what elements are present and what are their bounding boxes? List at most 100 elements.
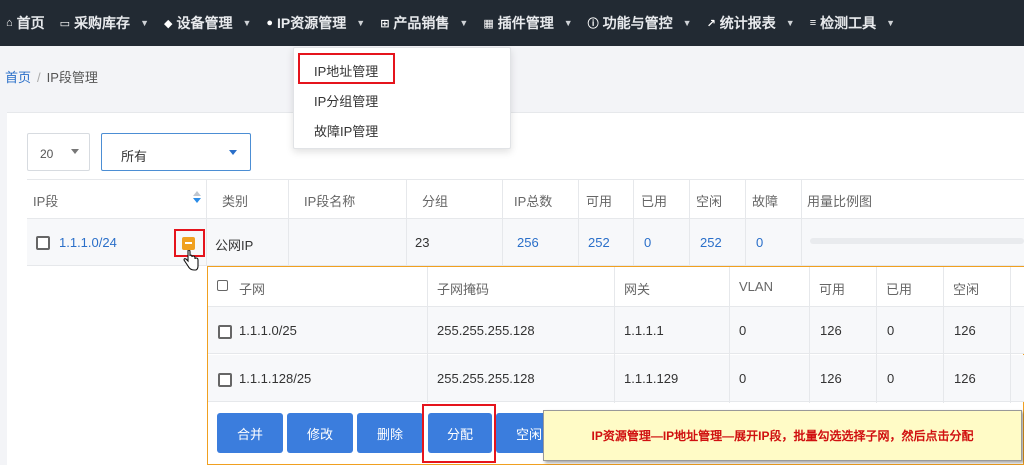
column-divider (729, 267, 730, 403)
caret-down-icon (229, 150, 237, 155)
fault-cell[interactable]: 0 (756, 235, 763, 250)
sort-icon[interactable] (193, 191, 201, 203)
subnet-checkbox[interactable] (218, 373, 232, 387)
col-fault: 故障 (752, 194, 779, 209)
nav-label: 首页 (16, 15, 45, 31)
usage-ratio-bar (810, 238, 1024, 244)
column-divider (809, 267, 810, 403)
highlight-box (422, 404, 496, 463)
free-cell: 126 (954, 323, 976, 338)
available-cell[interactable]: 252 (588, 235, 610, 250)
cube-icon: ◆ (163, 17, 173, 30)
col-gateway: 网关 (624, 282, 651, 297)
chevron-down-icon: ▼ (563, 18, 573, 28)
edit-button[interactable]: 修改 (287, 413, 353, 453)
nav-purchase-stock[interactable]: ▭ 采购库存 ▼ (54, 0, 158, 46)
subnet-link[interactable]: 1.1.1.0/25 (239, 323, 297, 338)
chevron-down-icon: ▼ (140, 18, 149, 28)
tutorial-annotation: IP资源管理—IP地址管理—展开IP段，批量勾选选择子网，然后点击分配 (543, 410, 1022, 461)
cart-icon: ⊞ (380, 17, 390, 30)
available-cell: 126 (820, 323, 842, 338)
gateway-cell: 1.1.1.1 (624, 323, 664, 338)
column-divider (689, 179, 690, 266)
column-divider (1010, 267, 1011, 403)
chevron-down-icon: ▼ (242, 18, 252, 28)
nav-label: 检测工具 (820, 15, 877, 31)
breadcrumb-separator: / (37, 70, 41, 85)
col-group: 分组 (422, 194, 449, 209)
col-free: 空闲 (953, 282, 980, 297)
total-cell[interactable]: 256 (517, 235, 539, 250)
menu-fault-ip-management[interactable]: 故障IP管理 (314, 121, 378, 140)
column-divider (502, 179, 503, 266)
breadcrumb-home[interactable]: 首页 (5, 70, 31, 85)
page-size-select[interactable]: 20 (27, 133, 90, 171)
menu-ip-group-management[interactable]: IP分组管理 (314, 91, 378, 110)
map-marker-icon: ● (266, 17, 274, 29)
delete-button[interactable]: 删除 (357, 413, 423, 453)
nav-device-management[interactable]: ◆ 设备管理 ▼ (158, 0, 260, 46)
subnet-row: 1.1.1.128/25 255.255.255.128 1.1.1.129 0… (208, 355, 1024, 402)
category-filter-select[interactable]: 所有 (101, 133, 251, 171)
column-divider (801, 179, 802, 266)
nav-statistics[interactable]: ↗ 统计报表 ▼ (701, 0, 804, 46)
column-divider (206, 179, 207, 266)
chevron-down-icon: ▼ (785, 18, 795, 28)
nav-detection-tools[interactable]: ≡ 检测工具 ▼ (804, 0, 904, 46)
category-cell: 公网IP (215, 238, 254, 253)
column-divider (943, 267, 944, 403)
subnet-link[interactable]: 1.1.1.128/25 (239, 371, 311, 386)
vlan-cell: 0 (739, 323, 747, 338)
col-ip-segment[interactable]: IP段 (33, 191, 58, 210)
available-cell: 126 (820, 371, 842, 386)
vlan-cell: 0 (739, 371, 747, 386)
col-available: 可用 (586, 194, 613, 209)
caret-down-icon (71, 149, 79, 154)
nav-home[interactable]: ⌂ 首页 (0, 0, 54, 46)
chevron-down-icon: ▼ (459, 18, 469, 28)
subnet-row: 1.1.1.0/25 255.255.255.128 1.1.1.1 0 126… (208, 307, 1024, 354)
chevron-down-icon: ▼ (356, 18, 366, 28)
col-subnet-mask: 子网掩码 (437, 282, 490, 297)
col-subnet: 子网 (239, 282, 266, 297)
nav-label: 功能与管控 (602, 15, 673, 31)
mask-cell: 255.255.255.128 (437, 371, 535, 386)
column-divider (876, 267, 877, 403)
free-cell[interactable]: 252 (700, 235, 722, 250)
nav-ip-resource[interactable]: ● IP资源管理 ▼ (260, 0, 374, 46)
column-divider (633, 179, 634, 266)
breadcrumb-current: IP段管理 (46, 70, 98, 85)
column-divider (614, 267, 615, 403)
nav-product-sales[interactable]: ⊞ 产品销售 ▼ (374, 0, 477, 46)
ip-segment-link[interactable]: 1.1.1.0/24 (59, 235, 117, 250)
nav-function-control[interactable]: ⓘ 功能与管控 ▼ (582, 0, 701, 46)
nav-label: 插件管理 (497, 15, 554, 31)
grid-icon: ▦ (483, 17, 494, 30)
column-divider (578, 179, 579, 266)
col-used: 已用 (886, 282, 913, 297)
table-header: IP段 类别 IP段名称 分组 IP总数 可用 已用 空闲 故障 用量比例图 (27, 179, 1024, 219)
used-cell: 0 (887, 323, 895, 338)
top-navbar: ⌂ 首页 ▭ 采购库存 ▼ ◆ 设备管理 ▼ ● IP资源管理 ▼ ⊞ 产品销售… (0, 0, 1024, 46)
col-category: 类别 (222, 194, 249, 209)
hand-cursor-icon (183, 250, 199, 271)
mask-cell: 255.255.255.128 (437, 323, 535, 338)
chevron-down-icon: ▼ (886, 18, 896, 28)
col-vlan: VLAN (739, 279, 773, 294)
column-divider (427, 267, 428, 403)
select-all-checkbox[interactable] (217, 280, 228, 291)
subnet-checkbox[interactable] (218, 325, 232, 339)
nav-label: 采购库存 (74, 15, 131, 31)
used-cell[interactable]: 0 (644, 235, 651, 250)
row-checkbox[interactable] (36, 236, 50, 250)
chevron-down-icon: ▼ (682, 18, 692, 28)
filter-value: 所有 (121, 149, 148, 164)
nav-plugin-management[interactable]: ▦ 插件管理 ▼ (477, 0, 581, 46)
merge-button[interactable]: 合并 (217, 413, 283, 453)
info-circle-icon: ⓘ (587, 18, 599, 30)
col-free: 空闲 (696, 194, 723, 209)
subtable-header: 子网 子网掩码 网关 VLAN 可用 已用 空闲 (208, 267, 1024, 307)
column-divider (288, 179, 289, 266)
gateway-cell: 1.1.1.129 (624, 371, 679, 386)
nav-label: 产品销售 (393, 15, 450, 31)
